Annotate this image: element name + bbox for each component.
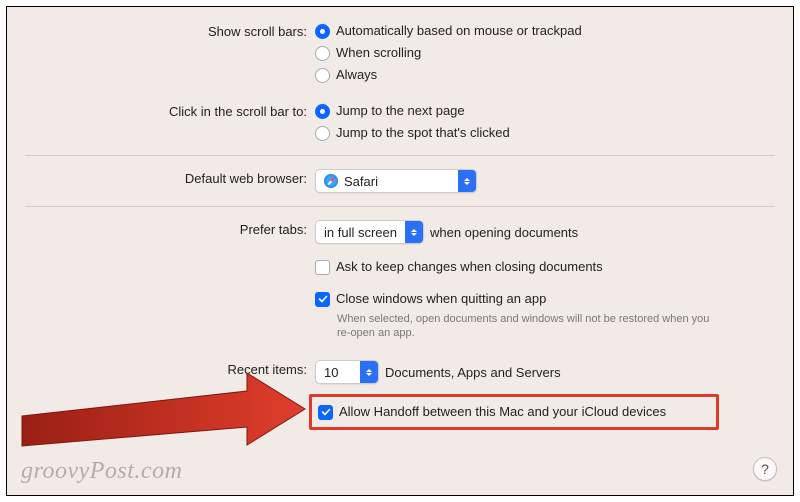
recent-items-select[interactable]: 10 (315, 360, 379, 384)
checkbox-ask-to-keep[interactable]: Ask to keep changes when closing documen… (315, 258, 793, 276)
radio-label: Always (336, 66, 377, 84)
row-click-in-scroll-bar: Click in the scroll bar to: Jump to the … (7, 99, 793, 145)
checkbox-label: Close windows when quitting an app (336, 290, 546, 308)
radio-scroll-auto[interactable]: Automatically based on mouse or trackpad (315, 22, 793, 40)
help-icon: ? (761, 461, 769, 477)
row-show-scroll-bars: Show scroll bars: Automatically based on… (7, 19, 793, 87)
radio-label: Jump to the next page (336, 102, 465, 120)
watermark-text: groovyPost.com (21, 458, 182, 485)
help-button[interactable]: ? (753, 457, 777, 481)
select-value: 10 (316, 365, 346, 380)
label-default-browser: Default web browser: (7, 169, 315, 186)
checkbox-indicator-icon (315, 260, 330, 275)
radio-indicator-icon (315, 24, 330, 39)
label-prefer-tabs: Prefer tabs: (7, 220, 315, 237)
row-default-browser: Default web browser: Safari (7, 166, 793, 196)
radio-indicator-icon (315, 46, 330, 61)
divider (25, 155, 775, 156)
default-browser-select[interactable]: Safari (315, 169, 477, 193)
select-value: Safari (344, 174, 378, 189)
highlight-box: Allow Handoff between this Mac and your … (309, 394, 719, 430)
radio-indicator-icon (315, 68, 330, 83)
row-recent-items: Recent items: 10 Documents, Apps and Ser… (7, 357, 793, 433)
divider (25, 206, 775, 207)
radio-jump-to-spot[interactable]: Jump to the spot that's clicked (315, 124, 793, 142)
prefer-tabs-select[interactable]: in full screen (315, 220, 424, 244)
select-value: in full screen (316, 225, 405, 240)
radio-indicator-icon (315, 126, 330, 141)
radio-label: Automatically based on mouse or trackpad (336, 22, 582, 40)
label-recent-items: Recent items: (7, 360, 315, 377)
settings-body: Show scroll bars: Automatically based on… (7, 7, 793, 433)
label-click-in-scroll-bar: Click in the scroll bar to: (7, 102, 315, 119)
radio-indicator-icon (315, 104, 330, 119)
radio-label: When scrolling (336, 44, 421, 62)
checkbox-close-windows[interactable]: Close windows when quitting an app (315, 290, 793, 308)
radio-scroll-always[interactable]: Always (315, 66, 793, 84)
radio-scroll-when-scrolling[interactable]: When scrolling (315, 44, 793, 62)
general-preferences-pane: Show scroll bars: Automatically based on… (6, 6, 794, 496)
checkbox-label: Allow Handoff between this Mac and your … (339, 403, 666, 421)
recent-items-suffix: Documents, Apps and Servers (385, 365, 561, 380)
radio-label: Jump to the spot that's clicked (336, 124, 510, 142)
stepper-arrows-icon (360, 361, 378, 383)
checkbox-indicator-icon (318, 405, 333, 420)
stepper-arrows-icon (458, 170, 476, 192)
checkbox-label: Ask to keep changes when closing documen… (336, 258, 603, 276)
safari-icon (324, 174, 338, 188)
checkbox-indicator-icon (315, 292, 330, 307)
label-show-scroll-bars: Show scroll bars: (7, 22, 315, 39)
stepper-arrows-icon (405, 221, 423, 243)
row-prefer-tabs: Prefer tabs: in full screen when opening… (7, 217, 793, 343)
close-windows-hint: When selected, open documents and window… (315, 312, 717, 340)
checkbox-allow-handoff[interactable]: Allow Handoff between this Mac and your … (318, 403, 666, 421)
prefer-tabs-suffix: when opening documents (430, 225, 578, 240)
radio-jump-next-page[interactable]: Jump to the next page (315, 102, 793, 120)
